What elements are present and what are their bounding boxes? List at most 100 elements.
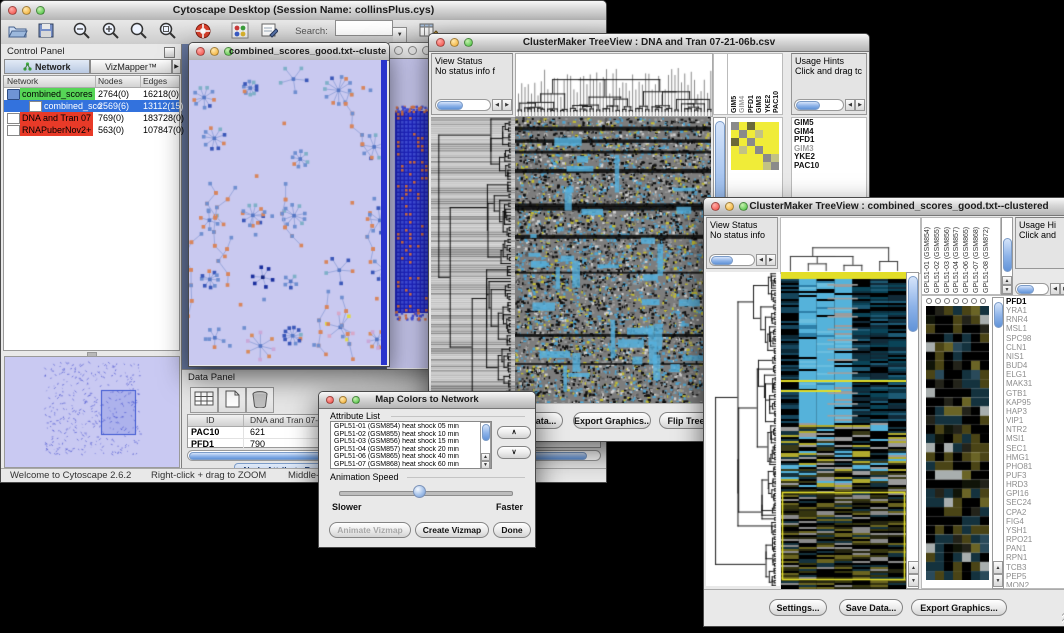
gene-list-item[interactable]: VIP1 xyxy=(1006,416,1064,425)
network-overview-canvas[interactable] xyxy=(4,356,180,468)
column-label[interactable]: GIM3 xyxy=(756,55,763,113)
gene-list-item[interactable]: PUF3 xyxy=(1006,471,1064,480)
column-label[interactable]: GPL51-07 (GSM868) xyxy=(973,218,980,293)
zoom-fit-icon[interactable] xyxy=(156,22,178,42)
gene-list-item[interactable]: MSI1 xyxy=(1006,434,1064,443)
export-graphics-button[interactable]: Export Graphics... xyxy=(911,599,1007,616)
scroll-up-arrow[interactable]: ▲ xyxy=(993,561,1003,574)
gene-list-item[interactable]: SPC98 xyxy=(1006,334,1064,343)
column-label[interactable]: GPL51-03 (GSM856) xyxy=(944,218,951,293)
gene-list-item[interactable]: PAC10 xyxy=(794,162,866,171)
done-button[interactable]: Done xyxy=(493,522,531,538)
column-label[interactable]: GIM4 xyxy=(739,55,746,113)
settings-button[interactable]: Settings... xyxy=(769,599,827,616)
animate-vizmap-button[interactable]: Animate Vizmap xyxy=(329,522,411,538)
combined-network-titlebar[interactable]: combined_scores_good.txt--cluste... xyxy=(189,43,389,61)
row-dendrogram-canvas[interactable] xyxy=(706,272,780,586)
gene-list-item[interactable]: FIG4 xyxy=(1006,517,1064,526)
column-label[interactable]: YKE2 xyxy=(765,55,772,113)
scroll-down-arrow[interactable]: ▼ xyxy=(481,461,490,469)
network-list-row[interactable]: combined_scores2764(0)16218(0) xyxy=(4,88,179,100)
gene-list-item[interactable]: PEP5 xyxy=(1006,572,1064,581)
move-down-button[interactable]: ∨ xyxy=(497,446,531,459)
close-button[interactable] xyxy=(394,46,403,55)
tab-network[interactable]: Network xyxy=(4,59,90,74)
gene-list-item[interactable]: PFD1 xyxy=(1006,297,1064,306)
gene-list-item[interactable]: RNR4 xyxy=(1006,315,1064,324)
row-dendrogram-canvas[interactable] xyxy=(431,117,515,403)
network-list-row[interactable]: DNA and Tran 07769(0)183728(0) xyxy=(4,112,179,124)
table-view-icon[interactable] xyxy=(190,387,218,413)
attribute-list-item[interactable]: GPL51-06 (GSM865) heat shock 40 min xyxy=(332,453,479,461)
scroll-up-arrow[interactable]: ▲ xyxy=(1002,276,1012,285)
scroll-left-arrow[interactable]: ◀ xyxy=(492,99,502,111)
usage-hints-hscrollbar[interactable] xyxy=(1015,283,1049,295)
column-dendrogram-canvas[interactable] xyxy=(780,217,921,274)
heatmap-vscrollbar[interactable]: ▲ ▼ xyxy=(906,272,919,589)
scroll-left-arrow[interactable]: ◀ xyxy=(756,254,766,266)
summary-panel[interactable]: ▲ ▼ PFD1YRA1RNR4MSL1SPC98CLN1NIS1BUD4ELG… xyxy=(921,295,1064,589)
scroll-down-arrow[interactable]: ▼ xyxy=(993,574,1003,587)
tab-overflow-arrow[interactable]: ▶ xyxy=(172,59,181,74)
gene-list-item[interactable]: PFD1 xyxy=(794,136,866,145)
minimize-button[interactable] xyxy=(408,46,417,55)
slider-thumb[interactable] xyxy=(413,485,426,498)
mini-vscrollbar[interactable]: ▲ ▼ xyxy=(992,297,1004,589)
tab-vizmapper[interactable]: VizMapper™ xyxy=(90,59,172,74)
gene-list-item[interactable]: PAN1 xyxy=(1006,544,1064,553)
zoom-in-icon[interactable] xyxy=(99,22,121,42)
search-input[interactable] xyxy=(335,20,393,36)
column-label[interactable]: GPL51-02 (GSM855) xyxy=(934,218,941,293)
column-label[interactable]: GPL51-06 (GSM865) xyxy=(963,218,970,293)
gene-list-item[interactable]: GIM5 xyxy=(794,119,866,128)
close-button[interactable] xyxy=(711,202,720,211)
gene-list-item[interactable]: PHO81 xyxy=(1006,462,1064,471)
gene-list-item[interactable]: HAP3 xyxy=(1006,407,1064,416)
minimize-button[interactable] xyxy=(210,47,219,56)
usage-hints-hscrollbar[interactable] xyxy=(794,99,844,111)
scroll-right-arrow[interactable]: ▶ xyxy=(502,99,512,111)
new-attribute-icon[interactable] xyxy=(218,387,246,413)
gene-list-item[interactable]: MSL1 xyxy=(1006,324,1064,333)
attribute-list-item[interactable]: GPL51-07 (GSM868) heat shock 60 min xyxy=(332,461,479,469)
gene-list-item[interactable]: TCB3 xyxy=(1006,563,1064,572)
column-label[interactable]: GPL51-08 (GSM872) xyxy=(983,218,990,293)
column-labels-vscrollbar[interactable]: ▲ ▼ xyxy=(1001,217,1013,295)
column-label[interactable]: GPL51-01 (GSM854) xyxy=(924,218,931,293)
scroll-right-arrow[interactable]: ▶ xyxy=(855,99,865,111)
scroll-right-arrow[interactable]: ▶ xyxy=(1060,283,1064,295)
heatmap-canvas[interactable] xyxy=(781,272,906,589)
network-list-row[interactable]: combined_sco2569(6)13112(15) xyxy=(4,100,179,112)
gene-list-item[interactable]: GTB1 xyxy=(1006,389,1064,398)
column-label[interactable]: GIM5 xyxy=(731,55,738,113)
close-button[interactable] xyxy=(196,47,205,56)
gene-list-item[interactable]: RPN1 xyxy=(1006,553,1064,562)
gene-list-item[interactable]: HMG1 xyxy=(1006,453,1064,462)
scroll-left-arrow[interactable]: ◀ xyxy=(1050,283,1060,295)
gene-list-item[interactable]: YKE2 xyxy=(794,153,866,162)
gene-list-item[interactable]: GIM3 xyxy=(794,145,866,154)
scroll-up-arrow[interactable]: ▲ xyxy=(481,453,490,461)
view-status-hscrollbar[interactable] xyxy=(709,254,755,266)
move-up-button[interactable]: ∧ xyxy=(497,426,531,439)
help-icon[interactable] xyxy=(192,22,214,42)
gene-list-item[interactable]: MON2 xyxy=(1006,581,1064,587)
scroll-right-arrow[interactable]: ▶ xyxy=(766,254,776,266)
combined-network-canvas[interactable] xyxy=(189,60,387,365)
gene-list-item[interactable]: GIM4 xyxy=(794,128,866,137)
gene-list-item[interactable]: CPA2 xyxy=(1006,508,1064,517)
gene-list-item[interactable]: SEC1 xyxy=(1006,444,1064,453)
delete-attribute-icon[interactable] xyxy=(246,387,274,413)
gene-list-item[interactable]: HRD3 xyxy=(1006,480,1064,489)
gene-list-item[interactable]: NTR2 xyxy=(1006,425,1064,434)
attribute-list-item[interactable]: GPL51-04 (GSM857) heat shock 20 min xyxy=(332,446,479,454)
export-graphics-button[interactable]: Export Graphics... xyxy=(573,412,651,429)
open-icon[interactable] xyxy=(7,22,29,42)
treeview2-titlebar[interactable]: ClusterMaker TreeView : combined_scores_… xyxy=(704,198,1064,216)
gene-list-item[interactable]: RPO21 xyxy=(1006,535,1064,544)
float-panel-icon[interactable] xyxy=(164,47,175,58)
vizmapper-icon[interactable] xyxy=(229,22,251,42)
attribute-list-item[interactable]: GPL51-02 (GSM855) heat shock 10 min xyxy=(332,431,479,439)
main-titlebar[interactable]: Cytoscape Desktop (Session Name: collins… xyxy=(1,1,606,21)
view-status-hscrollbar[interactable] xyxy=(435,99,491,111)
